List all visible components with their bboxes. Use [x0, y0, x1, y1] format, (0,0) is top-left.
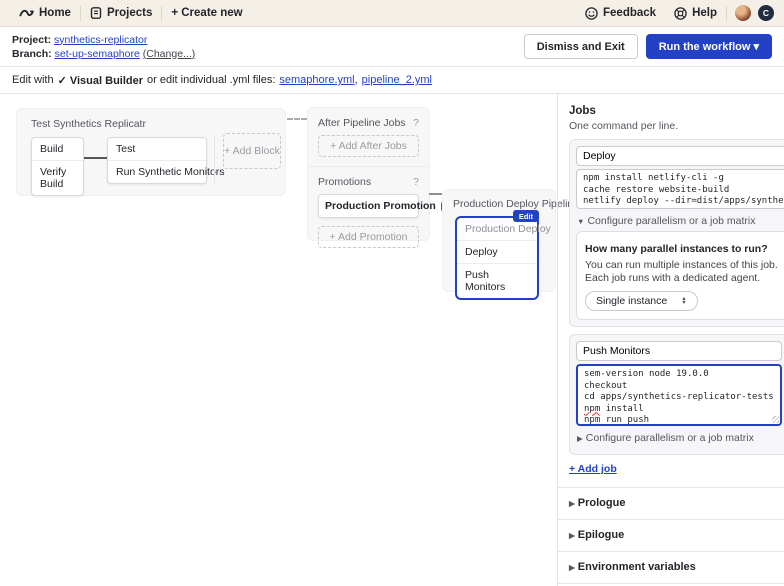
- block-production-deploy-selected[interactable]: Edit Production Deploy Deploy Push Monit…: [455, 216, 539, 300]
- user-avatar[interactable]: [735, 5, 751, 21]
- project-line: Project: synthetics-replicator: [12, 33, 195, 47]
- block-job[interactable]: Verify Build: [32, 161, 83, 195]
- edit-with-label: Edit with: [12, 74, 54, 86]
- parallelism-toggle-expanded[interactable]: ▼Configure parallelism or a job matrix: [577, 215, 784, 227]
- block-job[interactable]: Run Synthetic Monitors: [108, 161, 206, 183]
- block-test[interactable]: Test Run Synthetic Monitors: [107, 137, 207, 184]
- after-jobs-title: After Pipeline Jobs: [318, 117, 406, 129]
- block-name: Build: [32, 138, 83, 160]
- edit-badge: Edit: [513, 210, 539, 222]
- lifebuoy-icon: [674, 7, 687, 20]
- nav-home-label: Home: [39, 7, 71, 19]
- accordion-environment-variables[interactable]: ▶Environment variables: [569, 561, 775, 573]
- workflow-canvas: Test Synthetics Replicatr Build Verify B…: [0, 94, 784, 586]
- help-button[interactable]: Help: [665, 7, 726, 20]
- caret-down-icon: ▼: [577, 217, 584, 226]
- parallelism-toggle-collapsed[interactable]: ▶Configure parallelism or a job matrix: [577, 432, 782, 444]
- accordion-prologue[interactable]: ▶Prologue: [569, 497, 775, 509]
- block-connector: [84, 157, 107, 159]
- pipeline-title: Test Synthetics Replicatr: [17, 109, 285, 130]
- nav-divider: [726, 6, 727, 21]
- promotions-help[interactable]: ?: [413, 176, 419, 188]
- select-arrows-icon: ▲▼: [681, 297, 686, 306]
- caret-right-icon: ▶: [569, 531, 575, 540]
- block-name: Test: [108, 138, 206, 160]
- job-commands-editor-focused[interactable]: sem-version node 19.0.0checkoutcd apps/s…: [576, 364, 782, 426]
- add-block-button[interactable]: + Add Block: [223, 133, 281, 169]
- org-avatar[interactable]: C: [758, 5, 774, 21]
- visual-builder-label: Visual Builder: [70, 75, 143, 87]
- block-job[interactable]: Push Monitors: [457, 264, 537, 298]
- job-card-deploy: npm install netlify-cli -gcache restore …: [569, 139, 784, 327]
- smiley-icon: [585, 7, 598, 20]
- nav-create-new[interactable]: + Create new: [162, 0, 251, 26]
- parallel-description: You can run multiple instances of this j…: [585, 259, 784, 285]
- document-icon: [90, 7, 102, 19]
- caret-down-icon: ▾: [753, 41, 759, 53]
- promotion-production[interactable]: Production Promotion A: [318, 194, 419, 218]
- block-job[interactable]: Deploy: [457, 241, 537, 263]
- promotion-connector: [429, 193, 442, 195]
- check-icon: ✓: [58, 75, 67, 87]
- jobs-title: Jobs: [569, 105, 775, 117]
- parallel-question: How many parallel instances to run?: [585, 243, 768, 255]
- caret-right-icon: ▶: [569, 499, 575, 508]
- caret-right-icon: ▶: [577, 434, 583, 443]
- project-link[interactable]: synthetics-replicator: [54, 34, 147, 46]
- pipeline-panel-production-deploy: Production Deploy Pipeline Edit Producti…: [442, 189, 556, 292]
- dismiss-and-exit-button[interactable]: Dismiss and Exit: [524, 34, 638, 59]
- job-name-input[interactable]: [576, 341, 782, 361]
- nav-create-new-label: + Create new: [171, 7, 242, 19]
- job-commands-editor[interactable]: npm install netlify-cli -gcache restore …: [576, 169, 784, 209]
- top-nav: Home Projects + Create new Feedback Help…: [0, 0, 784, 27]
- run-workflow-button[interactable]: Run the workflow ▾: [646, 34, 772, 59]
- add-after-jobs-button[interactable]: + Add After Jobs: [318, 135, 419, 157]
- nav-projects-label: Projects: [107, 7, 152, 19]
- edit-middle-label: or edit individual .yml files:: [147, 74, 275, 86]
- pipeline-2-yml-link[interactable]: pipeline_2.yml: [362, 74, 432, 86]
- branch-label: Branch:: [12, 48, 52, 60]
- job-card-push-monitors: sem-version node 19.0.0checkoutcd apps/s…: [569, 334, 784, 455]
- parallelism-panel: How many parallel instances to run? You …: [576, 231, 784, 320]
- add-promotion-button[interactable]: + Add Promotion: [318, 226, 419, 248]
- nav-home[interactable]: Home: [10, 0, 80, 26]
- promotions-panel: After Pipeline Jobs ? + Add After Jobs P…: [307, 107, 430, 241]
- pipeline-panel-test-synthetics: Test Synthetics Replicatr Build Verify B…: [16, 108, 286, 196]
- promotions-title: Promotions: [318, 176, 371, 188]
- parallel-instances-select[interactable]: Single instance ▲▼: [585, 291, 698, 311]
- nav-projects[interactable]: Projects: [81, 0, 161, 26]
- help-label: Help: [692, 7, 717, 19]
- jobs-subtitle: One command per line.: [569, 120, 775, 132]
- workflow-header: Project: synthetics-replicator Branch: s…: [0, 27, 784, 66]
- feedback-label: Feedback: [603, 7, 656, 19]
- job-editor-sidebar: Jobs One command per line. npm install n…: [557, 94, 784, 586]
- panel-divider: [214, 135, 215, 183]
- change-branch-link[interactable]: (Change...): [143, 48, 196, 60]
- edit-mode-bar: Edit with ✓ Visual Builder or edit indiv…: [0, 66, 784, 94]
- job-name-input[interactable]: [576, 146, 784, 166]
- branch-line: Branch: set-up-semaphore (Change...): [12, 47, 195, 61]
- add-job-link[interactable]: + Add job: [569, 463, 617, 475]
- after-jobs-help[interactable]: ?: [413, 117, 419, 129]
- caret-right-icon: ▶: [569, 563, 575, 572]
- project-label: Project:: [12, 34, 51, 46]
- semaphore-logo-icon: [19, 7, 34, 19]
- pipeline-connector-dashed: [287, 118, 307, 120]
- branch-link[interactable]: set-up-semaphore: [55, 48, 140, 60]
- pipeline-title: Production Deploy Pipeline: [443, 190, 555, 210]
- block-build[interactable]: Build Verify Build: [31, 137, 84, 196]
- accordion-epilogue[interactable]: ▶Epilogue: [569, 529, 775, 541]
- feedback-button[interactable]: Feedback: [576, 7, 665, 20]
- semaphore-yml-link[interactable]: semaphore.yml: [279, 74, 354, 86]
